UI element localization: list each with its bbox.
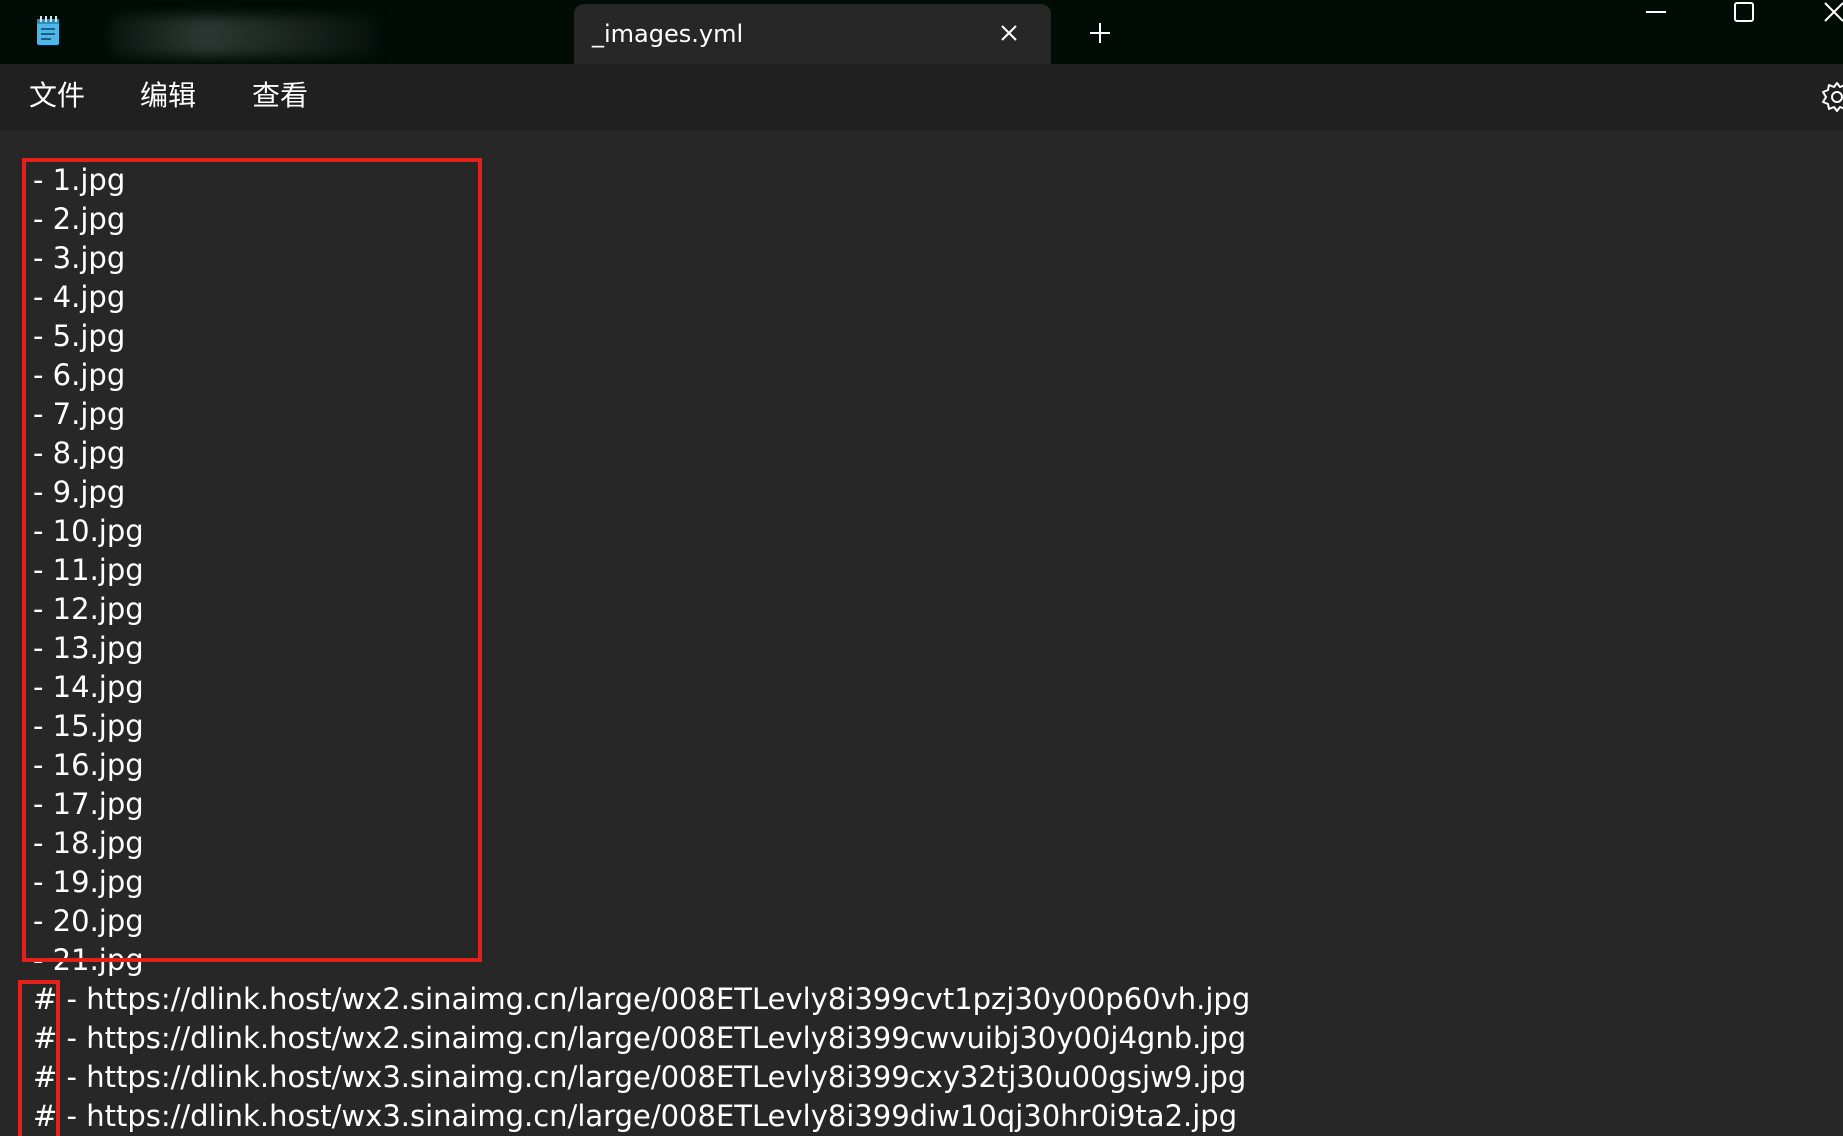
tab-images-yml[interactable]: _images.yml (574, 4, 1051, 64)
tab-title: _images.yml (592, 20, 744, 48)
editor-line: # - https://dlink.host/wx2.sinaimg.cn/la… (33, 1021, 1247, 1055)
editor-line: - 16.jpg (33, 748, 144, 782)
editor-line: - 10.jpg (33, 514, 144, 548)
editor-line: - 1.jpg (33, 163, 126, 197)
maximize-icon[interactable] (1724, 0, 1764, 26)
editor-line: - 7.jpg (33, 397, 126, 431)
editor-line: - 4.jpg (33, 280, 126, 314)
editor-line: - 11.jpg (33, 553, 144, 587)
editor-line: - 21.jpg (33, 943, 144, 977)
close-icon[interactable] (1812, 0, 1843, 26)
editor-line: - 18.jpg (33, 826, 144, 860)
editor-line: - 14.jpg (33, 670, 144, 704)
menu-file[interactable]: 文件 (27, 79, 87, 113)
editor-line: - 6.jpg (33, 358, 126, 392)
menu-view[interactable]: 查看 (250, 79, 310, 113)
title-bar: _images.yml (0, 0, 1843, 64)
editor-line: - 2.jpg (33, 202, 126, 236)
plus-icon[interactable] (1085, 18, 1115, 48)
editor-line: # - https://dlink.host/wx2.sinaimg.cn/la… (33, 982, 1251, 1016)
editor-line: - 5.jpg (33, 319, 126, 353)
editor-line: - 12.jpg (33, 592, 144, 626)
notepad-icon (36, 16, 60, 46)
menu-edit[interactable]: 编辑 (138, 79, 198, 113)
editor-line: # - https://dlink.host/wx3.sinaimg.cn/la… (33, 1099, 1238, 1133)
blurred-window-title (110, 16, 380, 56)
editor-line: - 13.jpg (33, 631, 144, 665)
notepad-window: _images.yml 文件 编辑 查看 - 1.jpg - 2.jpg - 3… (0, 0, 1843, 1136)
editor-line: - 19.jpg (33, 865, 144, 899)
menu-bar: 文件 编辑 查看 (0, 64, 1843, 130)
editor-line: - 17.jpg (33, 787, 144, 821)
gear-icon[interactable] (1820, 80, 1843, 114)
editor-line: - 3.jpg (33, 241, 126, 275)
editor-line: - 9.jpg (33, 475, 126, 509)
tab-close-icon[interactable] (994, 18, 1024, 48)
editor-line: # - https://dlink.host/wx3.sinaimg.cn/la… (33, 1060, 1247, 1094)
editor-line: - 20.jpg (33, 904, 144, 938)
editor-line: - 15.jpg (33, 709, 144, 743)
minimize-icon[interactable] (1636, 0, 1676, 26)
editor-line: - 8.jpg (33, 436, 126, 470)
text-editor[interactable]: - 1.jpg - 2.jpg - 3.jpg - 4.jpg - 5.jpg … (0, 130, 1843, 1136)
